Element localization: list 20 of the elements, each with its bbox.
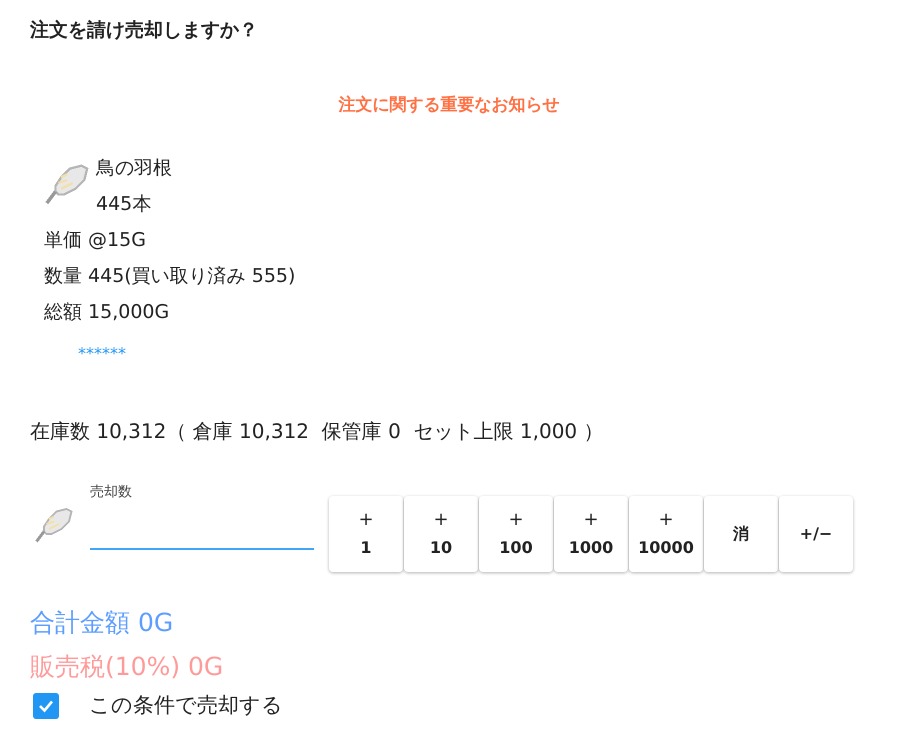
detail-line: 単価 @15G xyxy=(44,228,147,253)
quantity-field[interactable]: 売却数 xyxy=(90,480,314,550)
add-amount-button[interactable]: + 10 xyxy=(404,496,478,572)
add-amount-button[interactable]: + 10000 xyxy=(629,496,703,572)
add-amount-button[interactable]: + 1 xyxy=(329,496,403,572)
total-amount: 合計金額 0G xyxy=(30,607,174,639)
item-name: 鳥の羽根 xyxy=(96,156,172,181)
amount-action-button[interactable]: +/− xyxy=(779,496,853,572)
detail-line: 総額 15,000G xyxy=(44,300,170,325)
add-amount-button[interactable]: + 100 xyxy=(479,496,553,572)
sales-tax: 販売税(10%) 0G xyxy=(30,651,224,683)
dialog-title: 注文を請け売却しますか？ xyxy=(30,18,258,43)
item-count: 445本 xyxy=(96,192,152,217)
amount-action-button[interactable]: 消 xyxy=(704,496,778,572)
inventory-text: 在庫数 10,312（ 倉庫 10,312 保管庫 0 セット上限 1,000 ） xyxy=(30,418,604,445)
detail-line: 数量 445(買い取り済み 555) xyxy=(44,264,296,289)
confirm-label: この条件で売却する xyxy=(89,692,283,719)
rating-stars: ****** xyxy=(78,343,127,365)
confirm-checkbox[interactable] xyxy=(33,692,59,719)
add-amount-button[interactable]: + 1000 xyxy=(554,496,628,572)
